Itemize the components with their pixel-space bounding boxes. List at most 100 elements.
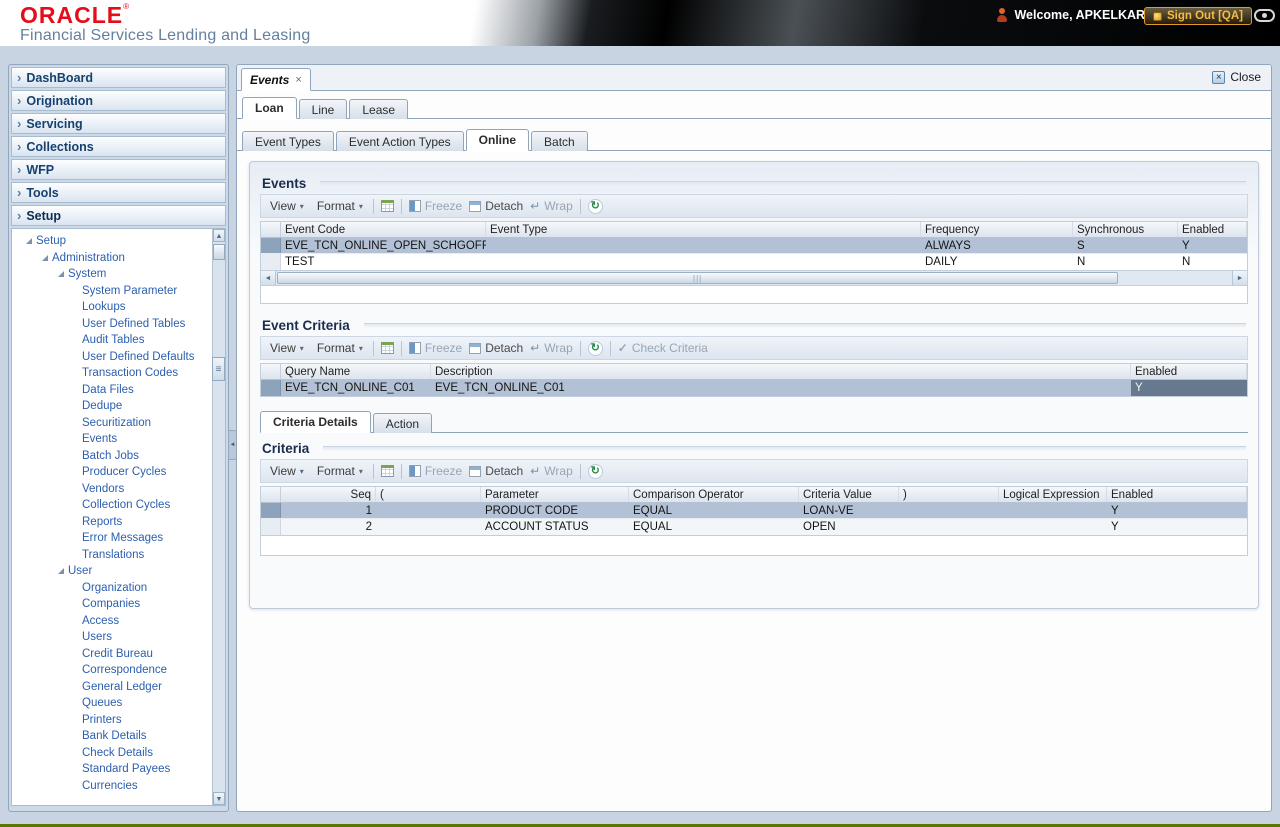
tree-item-access[interactable]: Access: [12, 613, 211, 630]
tree-item-user-defined-defaults[interactable]: User Defined Defaults: [12, 349, 211, 366]
table-row[interactable]: EVE_TCN_ONLINE_OPEN_SCHGOFF ALWAYS S Y: [261, 238, 1247, 254]
tab-action[interactable]: Action: [372, 413, 433, 433]
column-header-enabled[interactable]: Enabled: [1131, 364, 1247, 379]
scroll-right-arrow[interactable]: ►: [1232, 271, 1247, 285]
export-button[interactable]: [380, 342, 394, 354]
tree-item-standard-payees[interactable]: Standard Payees: [12, 761, 211, 778]
sidebar-item-wfp[interactable]: › WFP: [11, 159, 226, 180]
scrollbar-thumb[interactable]: |||: [277, 272, 1119, 284]
view-menu[interactable]: View ▾: [267, 463, 307, 479]
tab-event-action-types[interactable]: Event Action Types: [335, 131, 464, 151]
row-selector[interactable]: [261, 519, 281, 535]
refresh-icon[interactable]: ↻: [587, 340, 603, 356]
tree-item-user[interactable]: User: [12, 563, 211, 580]
scroll-down-arrow[interactable]: ▼: [213, 792, 225, 805]
scrollbar-track[interactable]: |||: [276, 271, 1232, 285]
tree-item-collection-cycles[interactable]: Collection Cycles: [12, 497, 211, 514]
splitter-grip[interactable]: ≡: [212, 357, 225, 381]
expand-icon[interactable]: [26, 238, 32, 245]
tree-item-credit-bureau[interactable]: Credit Bureau: [12, 646, 211, 663]
tree-item-events[interactable]: Events: [12, 431, 211, 448]
tab-event-types[interactable]: Event Types: [242, 131, 334, 151]
expand-icon[interactable]: [58, 271, 64, 278]
sign-out-button[interactable]: Sign Out [QA]: [1143, 7, 1252, 25]
sidebar-item-collections[interactable]: › Collections: [11, 136, 226, 157]
profile-oval-icon[interactable]: [1254, 9, 1275, 22]
table-row[interactable]: 1 PRODUCT CODE EQUAL LOAN-VE Y: [261, 503, 1247, 519]
tree-item-translations[interactable]: Translations: [12, 547, 211, 564]
tree-item-dedupe[interactable]: Dedupe: [12, 398, 211, 415]
format-menu[interactable]: Format ▾: [314, 340, 366, 356]
tree-item-currencies[interactable]: Currencies: [12, 778, 211, 795]
tree-item-setup[interactable]: Setup: [12, 233, 211, 250]
user-menu[interactable]: Welcome, APKELKAR ▼: [996, 8, 1158, 22]
row-selector[interactable]: [261, 254, 281, 270]
column-header-logical-expression[interactable]: Logical Expression: [999, 487, 1107, 502]
column-header-comparison-operator[interactable]: Comparison Operator: [629, 487, 799, 502]
row-selector[interactable]: [261, 238, 281, 253]
sidebar-item-origination[interactable]: › Origination: [11, 90, 226, 111]
tree-item-system-parameter[interactable]: System Parameter: [12, 283, 211, 300]
close-button[interactable]: × Close: [1212, 70, 1261, 84]
row-selector[interactable]: [261, 503, 281, 518]
format-menu[interactable]: Format ▾: [314, 198, 366, 214]
tree-item-securitization[interactable]: Securitization: [12, 415, 211, 432]
tree-item-administration[interactable]: Administration: [12, 250, 211, 267]
tab-online[interactable]: Online: [465, 129, 530, 151]
column-header-synchronous[interactable]: Synchronous: [1073, 222, 1178, 237]
column-header-event-type[interactable]: Event Type: [486, 222, 921, 237]
tree-scrollbar[interactable]: ▲ ≡ ▼: [212, 229, 225, 805]
view-menu[interactable]: View ▾: [267, 198, 307, 214]
sidebar-item-dashboard[interactable]: › DashBoard: [11, 67, 226, 88]
column-header-query-name[interactable]: Query Name: [281, 364, 431, 379]
column-header-parameter[interactable]: Parameter: [481, 487, 629, 502]
tree-item-companies[interactable]: Companies: [12, 596, 211, 613]
column-header-open-paren[interactable]: (: [376, 487, 481, 502]
wrap-button[interactable]: ↵ Wrap: [530, 199, 573, 213]
tree-item-organization[interactable]: Organization: [12, 580, 211, 597]
table-row[interactable]: EVE_TCN_ONLINE_C01 EVE_TCN_ONLINE_C01 Y: [261, 380, 1247, 396]
wrap-button[interactable]: ↵ Wrap: [530, 341, 573, 355]
column-header-seq[interactable]: Seq: [281, 487, 376, 502]
tab-lease[interactable]: Lease: [349, 99, 409, 119]
column-header-frequency[interactable]: Frequency: [921, 222, 1073, 237]
tree-item-audit-tables[interactable]: Audit Tables: [12, 332, 211, 349]
column-header-event-code[interactable]: Event Code: [281, 222, 486, 237]
tab-criteria-details[interactable]: Criteria Details: [260, 411, 371, 433]
tree-item-error-messages[interactable]: Error Messages: [12, 530, 211, 547]
format-menu[interactable]: Format ▾: [314, 463, 366, 479]
tree-item-queues[interactable]: Queues: [12, 695, 211, 712]
sidebar-item-servicing[interactable]: › Servicing: [11, 113, 226, 134]
detach-button[interactable]: Detach: [469, 199, 523, 213]
export-button[interactable]: [380, 465, 394, 477]
refresh-icon[interactable]: ↻: [587, 463, 603, 479]
table-row[interactable]: 2 ACCOUNT STATUS EQUAL OPEN Y: [261, 519, 1247, 535]
export-button[interactable]: [380, 200, 394, 212]
sidebar-item-setup[interactable]: › Setup: [11, 205, 226, 226]
sidebar-item-tools[interactable]: › Tools: [11, 182, 226, 203]
tree-item-correspondence[interactable]: Correspondence: [12, 662, 211, 679]
check-criteria-button[interactable]: ✓ Check Criteria: [618, 341, 708, 355]
tree-item-vendors[interactable]: Vendors: [12, 481, 211, 498]
tree-item-lookups[interactable]: Lookups: [12, 299, 211, 316]
column-header-description[interactable]: Description: [431, 364, 1131, 379]
tree-item-users[interactable]: Users: [12, 629, 211, 646]
tab-loan[interactable]: Loan: [242, 97, 297, 119]
tree-item-user-defined-tables[interactable]: User Defined Tables: [12, 316, 211, 333]
freeze-button[interactable]: Freeze: [408, 464, 462, 478]
expand-icon[interactable]: [58, 568, 64, 575]
tree-item-data-files[interactable]: Data Files: [12, 382, 211, 399]
column-header-close-paren[interactable]: ): [899, 487, 999, 502]
tree-item-bank-details[interactable]: Bank Details: [12, 728, 211, 745]
tree-item-system[interactable]: System: [12, 266, 211, 283]
tab-batch[interactable]: Batch: [531, 131, 588, 151]
tree-item-batch-jobs[interactable]: Batch Jobs: [12, 448, 211, 465]
detach-button[interactable]: Detach: [469, 341, 523, 355]
tree-item-printers[interactable]: Printers: [12, 712, 211, 729]
scrollbar-thumb[interactable]: [213, 244, 225, 260]
scroll-left-arrow[interactable]: ◄: [261, 271, 276, 285]
table-row[interactable]: TEST DAILY N N: [261, 254, 1247, 270]
tab-close-icon[interactable]: ×: [295, 74, 301, 85]
freeze-button[interactable]: Freeze: [408, 199, 462, 213]
expand-icon[interactable]: [42, 254, 48, 261]
